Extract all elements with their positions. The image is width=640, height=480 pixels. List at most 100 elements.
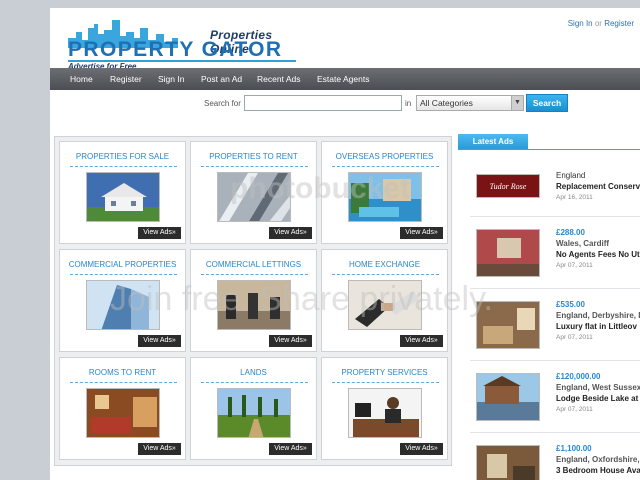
nav-home[interactable]: Home bbox=[70, 74, 93, 84]
ad-item[interactable]: £1,100.00 England, Oxfordshire, 3 Bedroo… bbox=[470, 432, 640, 480]
ad-thumbnail[interactable] bbox=[476, 229, 540, 277]
divider bbox=[201, 166, 308, 167]
view-ads-button[interactable]: View Ads» bbox=[400, 227, 443, 239]
register-link[interactable]: Register bbox=[604, 19, 634, 28]
ad-title[interactable]: Luxury flat in Littleov bbox=[556, 321, 640, 332]
ad-date: Apr 07, 2011 bbox=[556, 334, 593, 341]
main-nav: Home Register Sign In Post an Ad Recent … bbox=[50, 68, 640, 90]
category-card[interactable]: COMMERCIAL LETTINGS View Ads» bbox=[190, 249, 317, 352]
category-title[interactable]: PROPERTY SERVICES bbox=[322, 368, 447, 377]
divider bbox=[332, 274, 439, 275]
ad-date: Apr 07, 2011 bbox=[556, 262, 593, 269]
search-bar: Search for in All Categories ▼ Search bbox=[50, 94, 640, 114]
ad-title[interactable]: Lodge Beside Lake at bbox=[556, 393, 640, 404]
ad-item[interactable]: £535.00 England, Derbyshire, D Luxury fl… bbox=[470, 288, 640, 356]
ad-location: England, Derbyshire, D bbox=[556, 311, 640, 320]
divider bbox=[70, 382, 177, 383]
category-title[interactable]: LANDS bbox=[191, 368, 316, 377]
category-title[interactable]: ROOMS TO RENT bbox=[60, 368, 185, 377]
ad-location: England bbox=[556, 171, 586, 180]
category-image[interactable] bbox=[348, 172, 422, 222]
view-ads-button[interactable]: View Ads» bbox=[138, 443, 181, 455]
category-title[interactable]: OVERSEAS PROPERTIES bbox=[322, 152, 447, 161]
view-ads-button[interactable]: View Ads» bbox=[269, 227, 312, 239]
page: Properties Online PROPERTY GATOR Adverti… bbox=[50, 8, 640, 480]
ad-thumbnail[interactable] bbox=[476, 445, 540, 480]
view-ads-button[interactable]: View Ads» bbox=[138, 227, 181, 239]
ad-location: England, Oxfordshire, bbox=[556, 455, 640, 464]
chevron-down-icon: ▼ bbox=[511, 96, 523, 110]
category-image[interactable] bbox=[86, 280, 160, 330]
category-image[interactable] bbox=[86, 388, 160, 438]
ad-price: £120,000.00 bbox=[556, 372, 601, 381]
ad-text: England Replacement Conserv Apr 16, 2011 bbox=[556, 170, 640, 203]
nav-register[interactable]: Register bbox=[110, 74, 142, 84]
category-image[interactable] bbox=[86, 172, 160, 222]
ad-title[interactable]: 3 Bedroom House Ava bbox=[556, 465, 640, 476]
view-ads-button[interactable]: View Ads» bbox=[400, 443, 443, 455]
search-in-label: in bbox=[405, 99, 412, 108]
signin-link[interactable]: Sign In bbox=[568, 19, 593, 28]
ad-thumbnail[interactable]: Tudor Rose bbox=[476, 174, 540, 198]
ad-text: £1,100.00 England, Oxfordshire, 3 Bedroo… bbox=[556, 443, 640, 476]
ad-thumbnail[interactable] bbox=[476, 301, 540, 349]
view-ads-button[interactable]: View Ads» bbox=[269, 335, 312, 347]
ad-location: Wales, Cardiff bbox=[556, 239, 610, 248]
category-image[interactable] bbox=[217, 172, 291, 222]
category-card[interactable]: PROPERTIES FOR SALE View Ads» bbox=[59, 141, 186, 244]
category-select[interactable]: All Categories ▼ bbox=[416, 95, 524, 111]
divider bbox=[201, 274, 308, 275]
latest-ads-tab[interactable]: Latest Ads bbox=[458, 134, 528, 149]
divider bbox=[70, 274, 177, 275]
category-card[interactable]: OVERSEAS PROPERTIES View Ads» bbox=[321, 141, 448, 244]
ad-date: Apr 07, 2011 bbox=[556, 406, 593, 413]
ad-price: £535.00 bbox=[556, 300, 585, 309]
category-card[interactable]: ROOMS TO RENT View Ads» bbox=[59, 357, 186, 460]
nav-signin[interactable]: Sign In bbox=[158, 74, 184, 84]
ad-text: £288.00 Wales, Cardiff No Agents Fees No… bbox=[556, 227, 640, 271]
category-title[interactable]: COMMERCIAL PROPERTIES bbox=[60, 260, 185, 269]
ad-price: £1,100.00 bbox=[556, 444, 592, 453]
view-ads-button[interactable]: View Ads» bbox=[269, 443, 312, 455]
category-title[interactable]: COMMERCIAL LETTINGS bbox=[191, 260, 316, 269]
divider bbox=[332, 382, 439, 383]
ad-location: England, West Sussex bbox=[556, 383, 640, 392]
ad-title[interactable]: No Agents Fees No Uti bbox=[556, 249, 640, 260]
divider bbox=[201, 382, 308, 383]
view-ads-button[interactable]: View Ads» bbox=[400, 335, 443, 347]
auth-or: or bbox=[594, 19, 602, 28]
ad-price: £288.00 bbox=[556, 228, 585, 237]
nav-recent-ads[interactable]: Recent Ads bbox=[257, 74, 300, 84]
ad-text: £535.00 England, Derbyshire, D Luxury fl… bbox=[556, 299, 640, 343]
nav-post-ad[interactable]: Post an Ad bbox=[201, 74, 242, 84]
search-button[interactable]: Search bbox=[526, 94, 568, 112]
category-image[interactable] bbox=[217, 280, 291, 330]
search-input[interactable] bbox=[244, 95, 402, 111]
ad-item[interactable]: £120,000.00 England, West Sussex Lodge B… bbox=[470, 360, 640, 428]
ad-date: Apr 16, 2011 bbox=[556, 194, 593, 201]
ad-title[interactable]: Replacement Conserv bbox=[556, 181, 640, 192]
category-image[interactable] bbox=[348, 388, 422, 438]
logo-title: PROPERTY GATOR bbox=[68, 38, 283, 61]
nav-estate-agents[interactable]: Estate Agents bbox=[317, 74, 369, 84]
category-card[interactable]: PROPERTY SERVICES View Ads» bbox=[321, 357, 448, 460]
ad-text: £120,000.00 England, West Sussex Lodge B… bbox=[556, 371, 640, 415]
category-card[interactable]: PROPERTIES TO RENT View Ads» bbox=[190, 141, 317, 244]
category-card[interactable]: LANDS View Ads» bbox=[190, 357, 317, 460]
category-card[interactable]: COMMERCIAL PROPERTIES View Ads» bbox=[59, 249, 186, 352]
category-title[interactable]: PROPERTIES TO RENT bbox=[191, 152, 316, 161]
auth-links: Sign In or Register bbox=[568, 19, 634, 28]
divider bbox=[70, 166, 177, 167]
search-label: Search for bbox=[204, 99, 241, 108]
category-card[interactable]: HOME EXCHANGE View Ads» bbox=[321, 249, 448, 352]
category-title[interactable]: PROPERTIES FOR SALE bbox=[60, 152, 185, 161]
view-ads-button[interactable]: View Ads» bbox=[138, 335, 181, 347]
divider bbox=[332, 166, 439, 167]
ad-thumb-text: Tudor Rose bbox=[489, 182, 527, 191]
ad-thumbnail[interactable] bbox=[476, 373, 540, 421]
site-logo[interactable]: Properties Online PROPERTY GATOR Adverti… bbox=[68, 14, 308, 74]
category-image[interactable] bbox=[348, 280, 422, 330]
category-image[interactable] bbox=[217, 388, 291, 438]
category-title[interactable]: HOME EXCHANGE bbox=[322, 260, 447, 269]
ad-item[interactable]: £288.00 Wales, Cardiff No Agents Fees No… bbox=[470, 216, 640, 284]
